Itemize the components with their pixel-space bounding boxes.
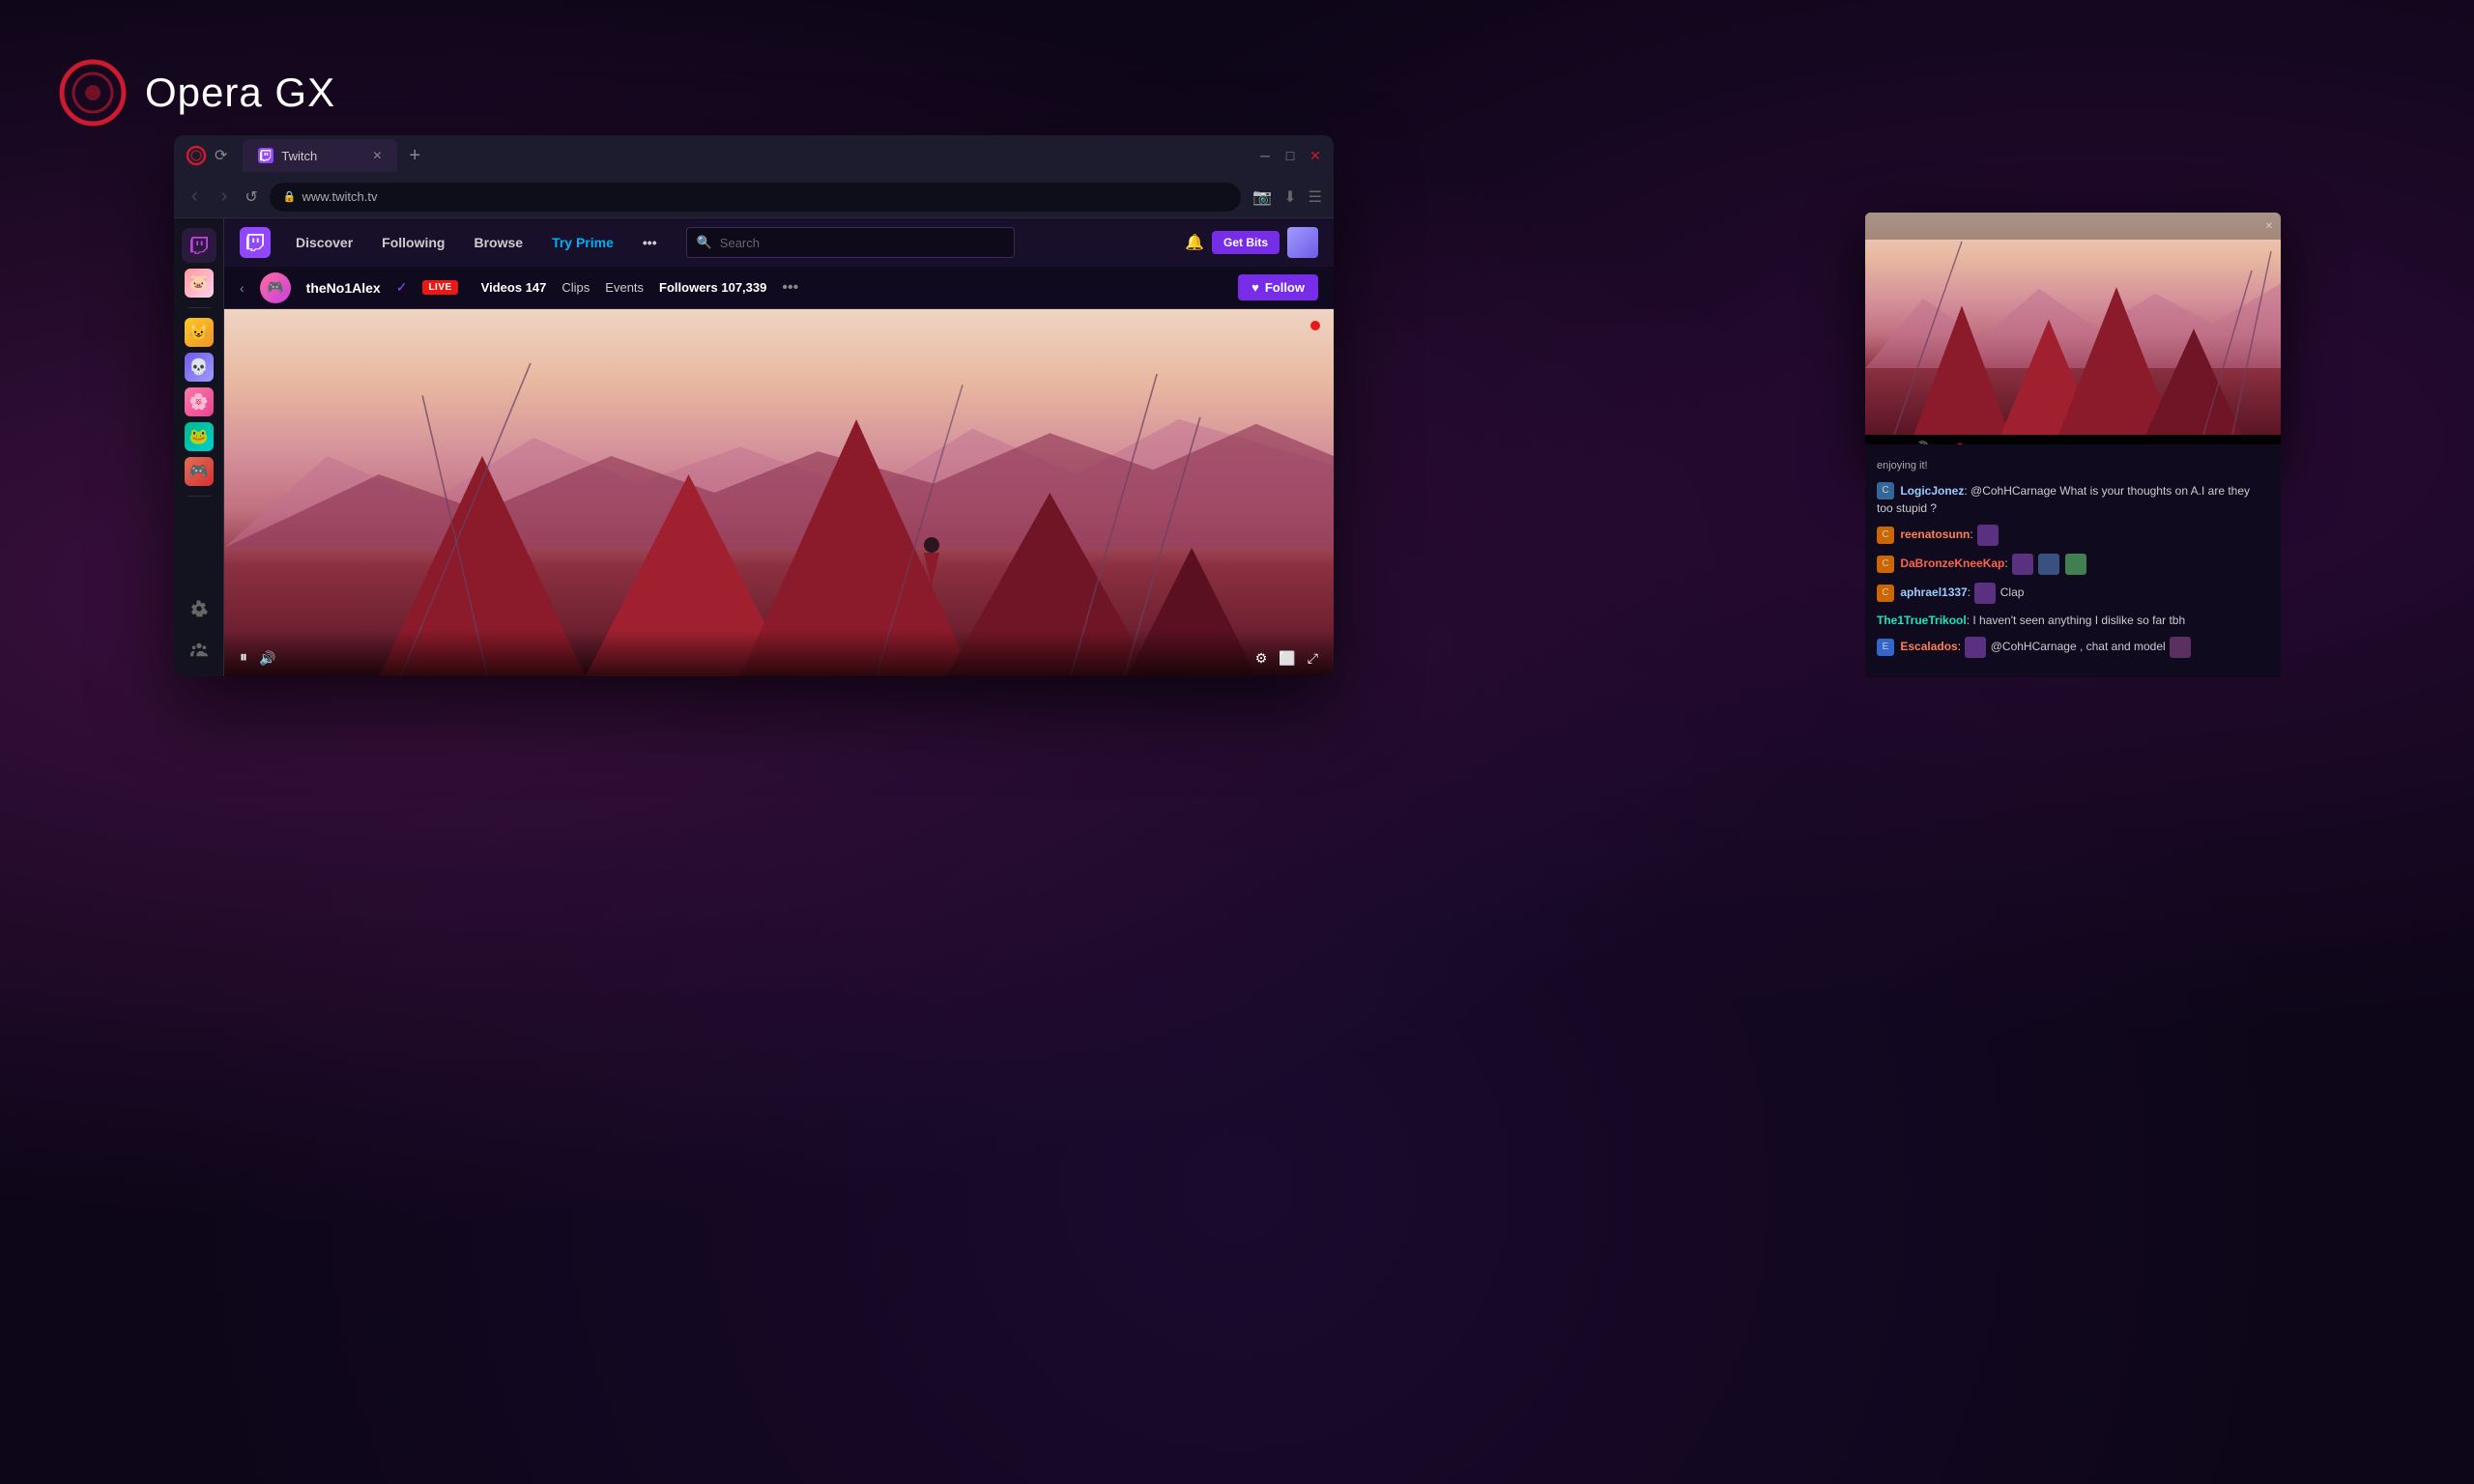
verified-icon: ✓ [396, 279, 408, 296]
twitch-logo[interactable] [240, 227, 271, 258]
floating-player: ✕ ▶ ⏭ 🔊 0:37 / 7:03 [1865, 213, 2281, 463]
channel-bar: ‹ 🎮 theNo1Alex ✓ LIVE Videos 147 Clips E… [224, 267, 1334, 309]
browser-body: 🐷 😺 💀 🌸 🐸 🎮 [174, 218, 1334, 676]
notifications-icon[interactable]: 🔔 [1185, 233, 1204, 252]
video-controls: ⏸ 🔊 ⚙ ⬜ ⤢ [224, 630, 1334, 676]
sidebar-avatar-3[interactable]: 💀 [185, 353, 214, 382]
videos-stat: Videos 147 [481, 280, 547, 295]
follow-button[interactable]: ♥ Follow [1238, 274, 1318, 300]
opera-small-icon [186, 145, 207, 166]
channel-avatar: 🎮 [260, 272, 291, 303]
tab-history-icon[interactable]: ⟳ [215, 146, 227, 165]
window-controls: ─ □ ✕ [1258, 149, 1322, 162]
sidebar-avatar-4[interactable]: 🌸 [185, 387, 214, 416]
chat-message-6: The1TrueTrikool: I haven't seen anything… [1877, 612, 2269, 629]
chat-message-5: C aphrael1337: Clap [1877, 583, 2269, 604]
nav-browse[interactable]: Browse [462, 229, 534, 256]
live-badge: LIVE [422, 280, 457, 295]
sidebar-avatar-6[interactable]: 🎮 [185, 457, 214, 486]
twitch-favicon [258, 148, 273, 163]
chat-message-4: C DaBronzeKneeKap: [1877, 554, 2269, 575]
theatre-mode-button[interactable]: ⬜ [1279, 650, 1295, 667]
sidebar-item-twitch[interactable] [182, 228, 216, 263]
volume-button[interactable]: 🔊 [259, 650, 275, 667]
sidebar-avatar-5[interactable]: 🐸 [185, 422, 214, 451]
browser-sidebar-icons: ⟳ [186, 145, 227, 166]
address-bar: ‹ › ↺ 🔒 www.twitch.tv 📷 ⬇ ☰ [174, 176, 1334, 218]
search-placeholder: Search [720, 236, 760, 250]
clips-stat: Clips [561, 280, 590, 295]
video-settings-button[interactable]: ⚙ [1255, 650, 1268, 667]
scene [224, 309, 1334, 676]
nav-try-prime[interactable]: Try Prime [540, 229, 625, 256]
browser-window: ⟳ Twitch ✕ + ─ □ ✕ ‹ › ↺ [174, 135, 1334, 676]
left-sidebar: 🐷 😺 💀 🌸 🐸 🎮 [174, 218, 224, 676]
forward-button[interactable]: › [216, 182, 234, 212]
chat-message-3: C reenatosunn: [1877, 525, 2269, 546]
sidebar-item-users[interactable] [182, 632, 216, 667]
search-icon: 🔍 [697, 235, 712, 250]
nav-following[interactable]: Following [370, 229, 456, 256]
tab-close-button[interactable]: ✕ [372, 149, 382, 162]
video-player[interactable]: ⏸ 🔊 ⚙ ⬜ ⤢ [224, 309, 1334, 676]
sidebar-avatar-1[interactable]: 🐷 [185, 269, 214, 298]
nav-discover[interactable]: Discover [284, 229, 364, 256]
search-bar[interactable]: 🔍 Search [686, 227, 1015, 258]
video-background [224, 309, 1334, 676]
back-button[interactable]: ‹ [186, 182, 204, 212]
floating-video: ✕ [1865, 213, 2281, 435]
sidebar-item-settings[interactable] [182, 591, 216, 626]
heart-icon: ♥ [1251, 280, 1259, 295]
tab-label: Twitch [281, 149, 317, 163]
fullscreen-button[interactable]: ⤢ [1308, 650, 1318, 667]
channel-stats: Videos 147 Clips Events Followers 107,33… [481, 280, 767, 295]
record-indicator [1310, 321, 1320, 330]
user-avatar[interactable] [1287, 227, 1318, 258]
channel-name: theNo1Alex [306, 280, 381, 296]
app-title: Opera GX [145, 70, 335, 116]
chat-section: enjoying it! C LogicJonez: @CohHCarnage … [1865, 444, 2281, 677]
minimize-button[interactable]: ─ [1258, 149, 1272, 162]
camera-icon[interactable]: 📷 [1252, 187, 1272, 207]
nav-actions: 🔔 Get Bits [1185, 227, 1318, 258]
chat-message-2: C LogicJonez: @CohHCarnage What is your … [1877, 482, 2269, 518]
tab-area: Twitch ✕ + [243, 139, 1251, 172]
url-bar[interactable]: 🔒 www.twitch.tv [270, 183, 1242, 212]
close-button[interactable]: ✕ [1309, 149, 1322, 162]
sidebar-divider-1 [187, 307, 211, 308]
get-bits-button[interactable]: Get Bits [1212, 231, 1280, 254]
new-tab-button[interactable]: + [401, 141, 428, 171]
floating-player-header: ✕ [1865, 213, 2281, 240]
followers-stat: Followers 107,339 [659, 280, 766, 295]
twitch-tab[interactable]: Twitch ✕ [243, 139, 397, 172]
lock-icon: 🔒 [283, 190, 297, 203]
nav-more[interactable]: ••• [631, 229, 669, 256]
title-bar: ⟳ Twitch ✕ + ─ □ ✕ [174, 135, 1334, 176]
events-stat: Events [605, 280, 644, 295]
menu-icon[interactable]: ☰ [1309, 187, 1322, 207]
sidebar-avatar-2[interactable]: 😺 [185, 318, 214, 347]
address-actions: 📷 ⬇ ☰ [1252, 187, 1322, 207]
main-content: Discover Following Browse Try Prime ••• … [224, 218, 1334, 676]
chat-message-1: enjoying it! [1877, 456, 2269, 474]
channel-more-button[interactable]: ••• [782, 279, 798, 297]
opera-icon [58, 58, 128, 128]
download-icon[interactable]: ⬇ [1283, 187, 1296, 207]
channel-back-button[interactable]: ‹ [240, 280, 245, 296]
sidebar-divider-2 [187, 496, 211, 497]
twitch-nav: Discover Following Browse Try Prime ••• … [224, 218, 1334, 267]
opera-logo: Opera GX [58, 58, 335, 128]
url-text: www.twitch.tv [302, 189, 377, 204]
refresh-button[interactable]: ↺ [245, 187, 257, 207]
play-pause-button[interactable]: ⏸ [240, 649, 247, 667]
maximize-button[interactable]: □ [1283, 149, 1297, 162]
chat-message-7: E Escalados: @CohHCarnage , chat and mod… [1877, 637, 2269, 658]
floating-close-button[interactable]: ✕ [2265, 221, 2273, 232]
